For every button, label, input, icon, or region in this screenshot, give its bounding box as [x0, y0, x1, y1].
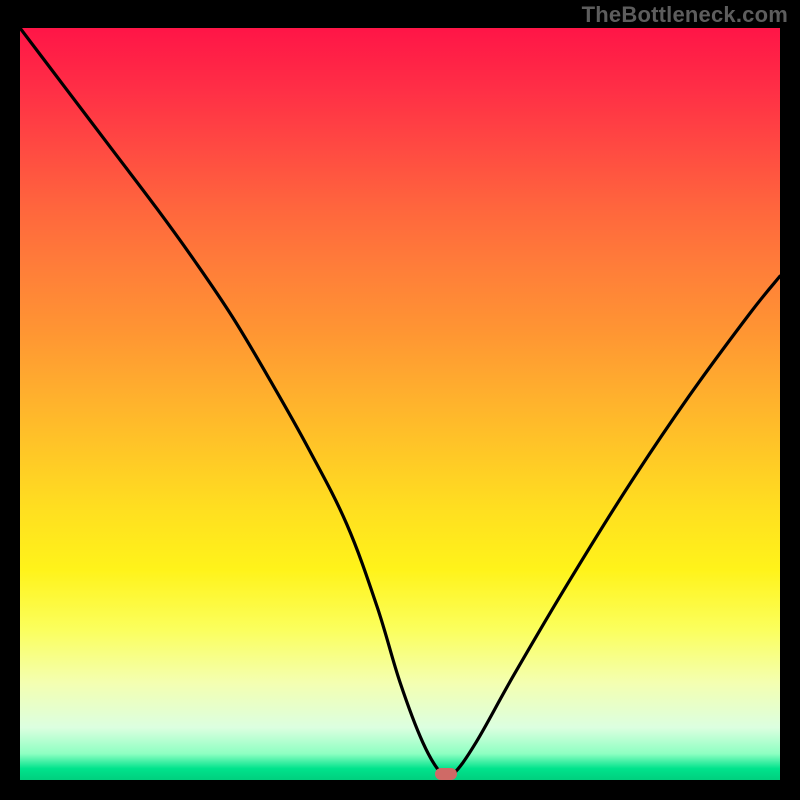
chart-stage: TheBottleneck.com — [0, 0, 800, 800]
minimum-marker — [435, 768, 457, 780]
plot-area — [20, 28, 780, 780]
watermark-text: TheBottleneck.com — [582, 2, 788, 28]
bottleneck-curve — [20, 28, 780, 780]
